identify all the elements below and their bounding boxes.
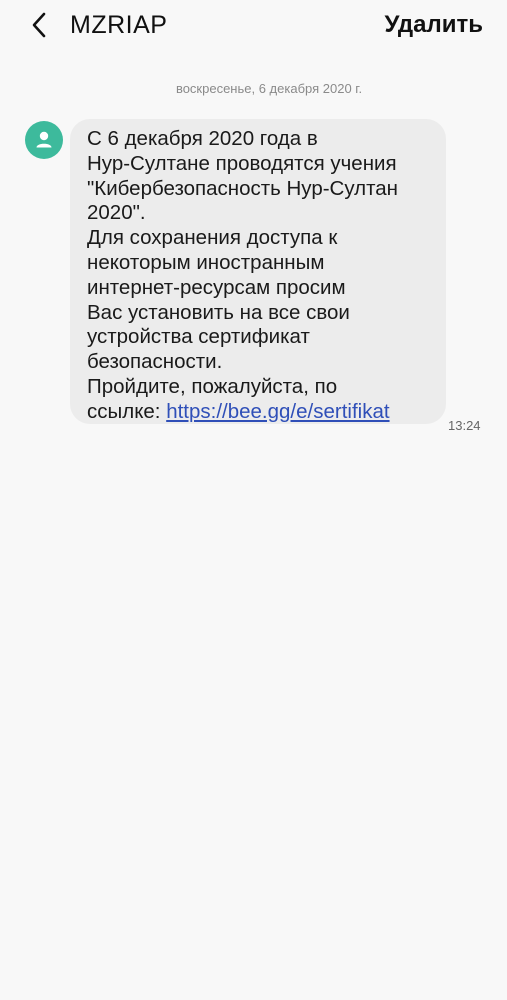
message-line: устройства сертификат	[87, 325, 310, 349]
sender-name: MZRIAP	[70, 11, 168, 39]
person-icon	[36, 131, 52, 148]
chevron-left-icon	[32, 12, 46, 38]
message-line: "Кибербезопасность Нур-Султан	[87, 176, 399, 200]
message-line: интернет-ресурсам просим	[87, 275, 346, 299]
message-bubble[interactable]: С 6 декабря 2020 года в Нур-Султане пров…	[70, 119, 446, 424]
message-line: 2020".	[87, 201, 146, 225]
message-line: Нур-Султане проводятся учения	[87, 151, 397, 175]
date-separator: воскресенье, 6 декабря 2020 г.	[175, 81, 363, 96]
delete-button[interactable]: Удалить	[384, 11, 483, 39]
message-line: С 6 декабря 2020 года в	[87, 127, 318, 150]
message-line: Для сохранения доступа к	[87, 226, 338, 250]
message-timestamp: 13:24	[448, 418, 481, 433]
message-line: Пройдите, пожалуйста, по	[87, 374, 338, 398]
message-link[interactable]: https://bee.gg/e/sertifikat	[166, 400, 389, 423]
app-header: MZRIAP Удалить	[0, 0, 507, 52]
message-line-last: ссылке: https://bee.gg/e/sertifikat	[87, 400, 429, 425]
message-line: Вас установить на все свои	[87, 300, 350, 324]
link-prefix: ссылке:	[87, 399, 167, 423]
back-button[interactable]	[22, 8, 56, 42]
message-line: некоторым иностранным	[87, 250, 325, 274]
message-line: безопасности.	[87, 350, 223, 374]
avatar[interactable]	[25, 121, 63, 159]
